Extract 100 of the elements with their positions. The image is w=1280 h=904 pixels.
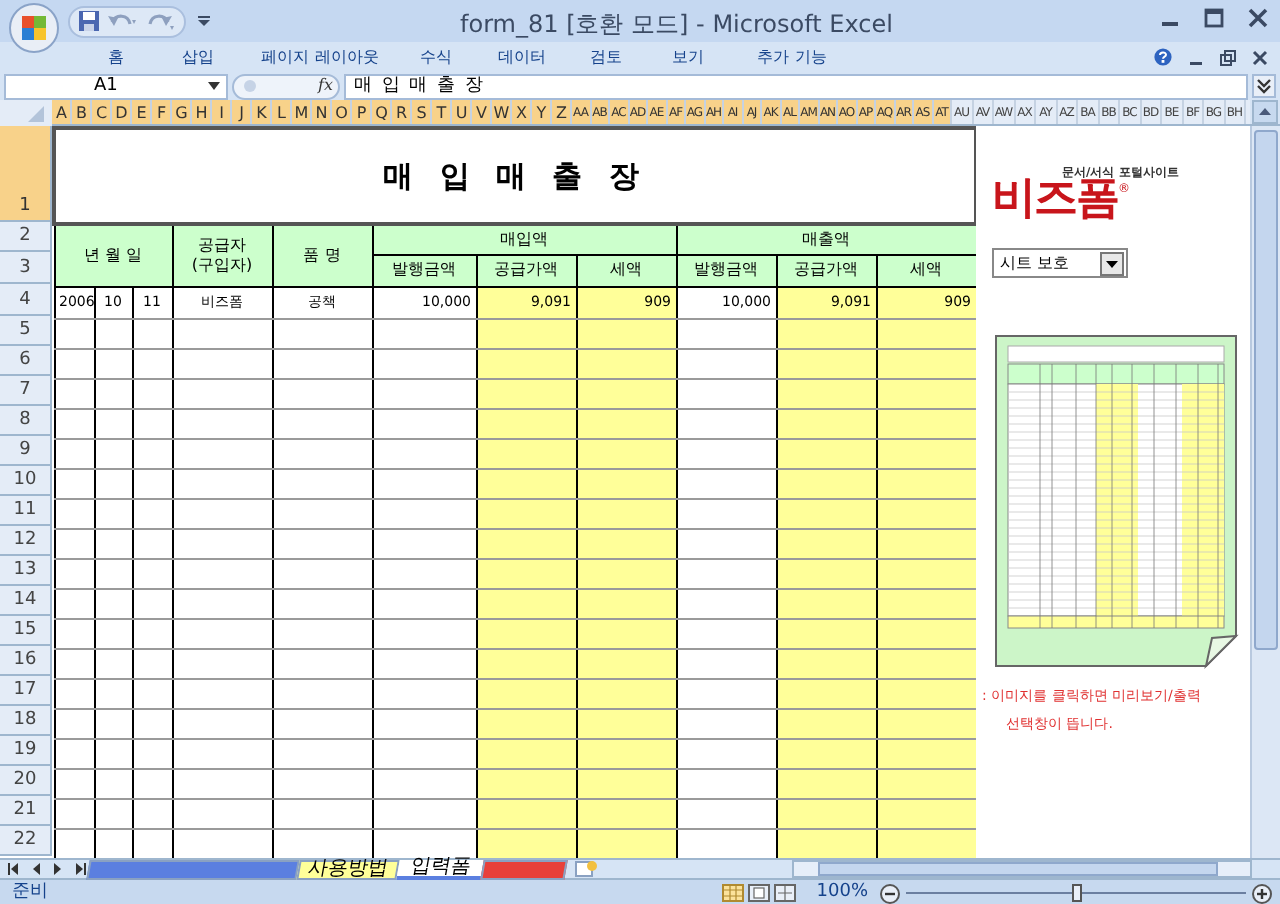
row-header[interactable]: 2 — [0, 222, 52, 252]
name-box[interactable]: A1 — [4, 73, 228, 99]
column-header[interactable]: O — [332, 100, 352, 124]
ribbon-tab[interactable]: 수식 — [420, 45, 452, 69]
row-header[interactable]: 16 — [0, 646, 52, 676]
row-header[interactable]: 12 — [0, 526, 52, 556]
row-header[interactable]: 18 — [0, 706, 52, 736]
column-header[interactable]: J — [232, 100, 252, 124]
row-header[interactable]: 8 — [0, 406, 52, 436]
column-header[interactable]: C — [92, 100, 112, 124]
row-header[interactable]: 9 — [0, 436, 52, 466]
ribbon-tab[interactable]: 보기 — [672, 45, 704, 69]
sheet-preview-drawing[interactable] — [992, 332, 1240, 672]
header-cell: 년 월 일 — [54, 224, 172, 286]
row-header[interactable]: 1 — [0, 126, 52, 222]
help-icon[interactable] — [1154, 48, 1172, 66]
horizontal-scrollbar[interactable] — [792, 860, 1252, 878]
scroll-up-button[interactable] — [1252, 100, 1278, 124]
row-header[interactable]: 7 — [0, 376, 52, 406]
column-header[interactable]: T — [432, 100, 452, 124]
header-cell: 공급자 (구입자) — [172, 224, 272, 286]
ribbon-tab[interactable]: 페이지 레이아웃 — [261, 45, 379, 69]
close-icon[interactable] — [1252, 49, 1268, 65]
sheet-tab[interactable] — [480, 859, 568, 879]
column-header[interactable]: V — [472, 100, 492, 124]
page-break-view-icon[interactable] — [774, 884, 797, 903]
column-header[interactable]: X — [512, 100, 532, 124]
expand-icon[interactable] — [1252, 74, 1276, 98]
insert-sheet-icon[interactable] — [574, 860, 598, 878]
row-header[interactable]: 13 — [0, 556, 52, 586]
column-header[interactable]: U — [452, 100, 472, 124]
row-header[interactable]: 6 — [0, 346, 52, 376]
column-header[interactable]: N — [312, 100, 332, 124]
zoom-in-icon[interactable] — [1252, 883, 1272, 904]
row-header[interactable]: 19 — [0, 736, 52, 766]
tab-last-arrow[interactable] — [74, 862, 86, 876]
scroll-thumb[interactable] — [1254, 130, 1278, 650]
page-layout-view-icon[interactable] — [748, 884, 771, 903]
sheet-protect-dropdown[interactable]: 시트 보호 — [992, 248, 1128, 278]
row-header[interactable]: 14 — [0, 586, 52, 616]
column-header[interactable]: E — [132, 100, 152, 124]
row-header[interactable]: 4 — [0, 284, 52, 316]
column-header[interactable]: H — [192, 100, 212, 124]
dropdown-caret-icon[interactable] — [208, 82, 220, 90]
customize-caret-icon[interactable] — [198, 15, 210, 27]
status-text: 준비 — [12, 880, 48, 904]
close-icon[interactable] — [1248, 8, 1268, 28]
column-header[interactable]: M — [292, 100, 312, 124]
row-header[interactable]: 20 — [0, 766, 52, 796]
maximize-icon[interactable] — [1204, 8, 1224, 28]
scroll-thumb[interactable] — [818, 862, 1218, 876]
column-header[interactable]: S — [412, 100, 432, 124]
sheet-tab[interactable]: 사용방법 — [296, 859, 400, 879]
column-header[interactable]: P — [352, 100, 372, 124]
tab-prev-arrow[interactable] — [30, 862, 42, 876]
column-header[interactable]: Q — [372, 100, 392, 124]
ribbon-tab[interactable]: 검토 — [590, 45, 622, 69]
row-header[interactable]: 22 — [0, 826, 52, 856]
row-header[interactable]: 21 — [0, 796, 52, 826]
header-cell: 품 명 — [272, 224, 372, 286]
save-icon[interactable] — [78, 10, 100, 32]
zoom-out-icon[interactable] — [880, 883, 900, 904]
sheet-tab[interactable]: 입력폼 — [396, 859, 484, 879]
column-header[interactable]: B — [72, 100, 92, 124]
ribbon-tab[interactable]: 추가 기능 — [757, 45, 827, 69]
header-cell: 공급가액 — [476, 254, 576, 286]
column-header[interactable]: F — [152, 100, 172, 124]
tab-first-arrow[interactable] — [8, 862, 20, 876]
zoom-slider[interactable] — [906, 884, 1246, 903]
column-header[interactable]: L — [272, 100, 292, 124]
formula-input[interactable]: 매 입 매 출 장 — [344, 73, 1248, 99]
column-header[interactable]: R — [392, 100, 412, 124]
column-header[interactable]: A — [52, 100, 72, 124]
column-header[interactable]: K — [252, 100, 272, 124]
header-cell: 공급가액 — [776, 254, 876, 286]
header-cell: 세액 — [576, 254, 676, 286]
vertical-scrollbar[interactable] — [1250, 126, 1280, 858]
normal-view-icon[interactable] — [722, 884, 745, 903]
row-header[interactable]: 11 — [0, 496, 52, 526]
row-header[interactable]: 3 — [0, 252, 52, 284]
header-cell: 매출액 — [676, 224, 976, 254]
ribbon-tab[interactable]: 데이터 — [498, 45, 546, 69]
restore-icon[interactable] — [1220, 49, 1236, 65]
column-header[interactable]: G — [172, 100, 192, 124]
column-header[interactable]: Z — [552, 100, 572, 124]
column-header[interactable]: Y — [532, 100, 552, 124]
row-header[interactable]: 5 — [0, 316, 52, 346]
ribbon-tab[interactable]: 삽입 — [182, 45, 214, 69]
dropdown-caret-icon[interactable] — [1100, 251, 1124, 275]
tab-next-arrow[interactable] — [52, 862, 64, 876]
column-header[interactable]: W — [492, 100, 512, 124]
zoom-level-text: 100% — [816, 880, 868, 904]
zoom-slider-thumb[interactable] — [1072, 884, 1082, 903]
row-header[interactable]: 17 — [0, 676, 52, 706]
row-header[interactable]: 15 — [0, 616, 52, 646]
column-header[interactable]: I — [212, 100, 232, 124]
column-header[interactable]: D — [112, 100, 132, 124]
insert-function-button[interactable]: fx — [318, 74, 333, 98]
ribbon-tab[interactable]: 홈 — [108, 45, 124, 69]
row-header[interactable]: 10 — [0, 466, 52, 496]
